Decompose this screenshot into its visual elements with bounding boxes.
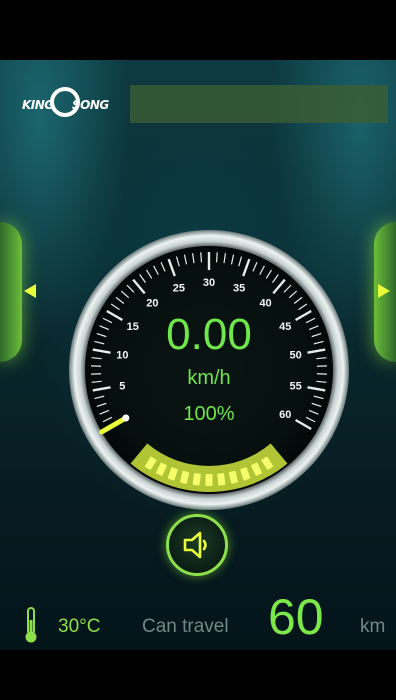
logo-text-left: KING (22, 98, 54, 112)
gauge-minor-tick (200, 252, 203, 263)
thermometer-icon (25, 607, 37, 643)
sound-button[interactable] (166, 514, 228, 576)
app-root: KING SONG 5 10 15 20 25 30 35 40 45 50 55 60 (0, 0, 396, 700)
gauge-tick-label: 25 (173, 282, 185, 294)
arrow-left-icon[interactable] (24, 284, 36, 298)
kingsong-logo: KING SONG (20, 87, 116, 121)
device-name-field[interactable] (130, 85, 388, 123)
arrow-right-icon[interactable] (378, 284, 390, 298)
gauge-tick-label: 20 (146, 298, 158, 310)
gauge-tick-label: 40 (259, 298, 271, 310)
range-value: 60 (268, 589, 324, 645)
top-status-bar (0, 0, 396, 60)
prev-page-tab[interactable] (0, 222, 22, 362)
logo-text-right: SONG (72, 98, 109, 112)
range-unit: km (360, 616, 386, 637)
battery-segment (217, 473, 226, 486)
battery-segment (192, 473, 201, 486)
speaker-icon (183, 531, 207, 559)
battery-segment (205, 474, 213, 486)
gauge-tick-label: 30 (203, 277, 215, 289)
battery-percent: 100% (183, 403, 235, 425)
gauge-minor-tick (215, 252, 218, 263)
travel-label: Can travel (142, 616, 229, 637)
speed-value: 0.00 (166, 310, 252, 359)
bottom-bar (0, 650, 396, 700)
temperature-value: 30°C (58, 616, 101, 637)
gauge-tick-label: 35 (233, 282, 245, 294)
speed-unit: km/h (187, 367, 231, 389)
